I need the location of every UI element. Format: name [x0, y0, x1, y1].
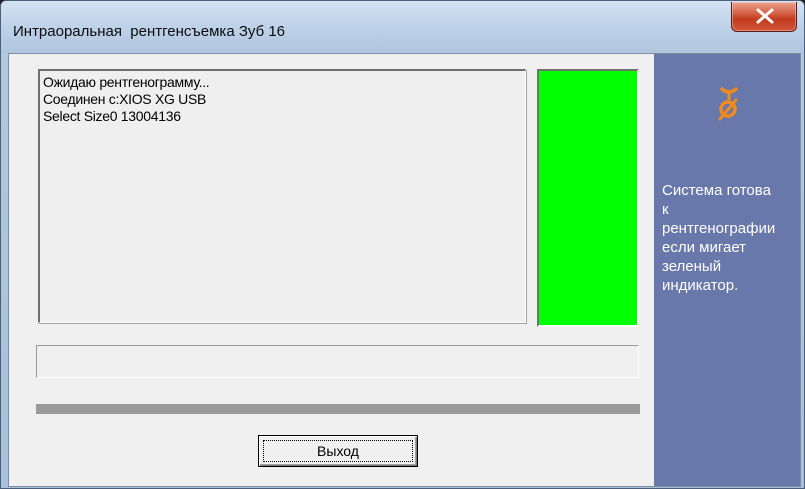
client-area: Ожидаю рентгенограмму... Соединен с:XIOS… [8, 53, 801, 487]
progress-bar [36, 345, 639, 378]
status-log: Ожидаю рентгенограмму... Соединен с:XIOS… [38, 69, 526, 323]
log-line: Соединен с:XIOS XG USB [43, 91, 207, 107]
info-panel: Система готова к рентгенографии если миг… [654, 54, 800, 486]
separator-bar [36, 404, 640, 414]
status-message: Система готова к рентгенографии если миг… [662, 182, 776, 294]
disconnected-plug-icon [718, 87, 738, 121]
log-line: Ожидаю рентгенограмму... [43, 74, 210, 90]
close-icon [756, 8, 774, 24]
window-title: Интраоральная рентгенсъемка Зуб 16 [13, 23, 286, 40]
ready-indicator [537, 69, 639, 327]
title-bar[interactable]: Интраоральная рентгенсъемка Зуб 16 [1, 1, 804, 53]
exit-button[interactable]: Выход [258, 435, 418, 467]
dialog-window: Интраоральная рентгенсъемка Зуб 16 Ожида… [0, 0, 805, 489]
exit-button-label: Выход [263, 440, 413, 462]
log-line: Select Size0 13004136 [43, 108, 181, 124]
close-button[interactable] [731, 2, 797, 32]
